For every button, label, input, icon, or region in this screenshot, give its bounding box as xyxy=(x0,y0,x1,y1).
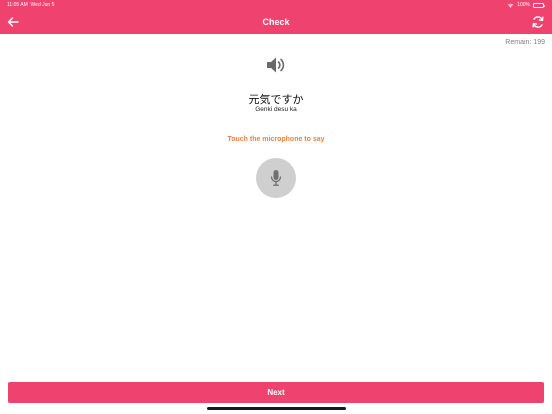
battery-percent: 100% xyxy=(517,2,530,8)
page-title: Check xyxy=(262,17,290,27)
phrase-romaji: Genki desu ka xyxy=(255,106,297,113)
next-button[interactable]: Next xyxy=(8,382,544,403)
remaining-counter: Remain: 199 xyxy=(505,39,545,46)
battery-icon xyxy=(533,2,545,8)
top-bar: 11:05 AM Wed Jun 5 100% Check xyxy=(0,0,552,34)
phrase-japanese: 元気ですか xyxy=(248,93,304,106)
microphone-icon xyxy=(270,170,282,186)
status-bar: 11:05 AM Wed Jun 5 100% xyxy=(0,0,552,11)
wifi-icon xyxy=(507,3,514,8)
microphone-hint: Touch the microphone to say xyxy=(227,136,325,143)
microphone-button[interactable] xyxy=(256,158,296,198)
nav-bar: Check xyxy=(0,11,552,34)
refresh-icon[interactable] xyxy=(529,13,547,31)
home-indicator[interactable] xyxy=(207,407,346,410)
status-time: 11:05 AM xyxy=(7,2,28,8)
speaker-icon[interactable] xyxy=(265,55,287,75)
status-date: Wed Jun 5 xyxy=(30,2,55,8)
